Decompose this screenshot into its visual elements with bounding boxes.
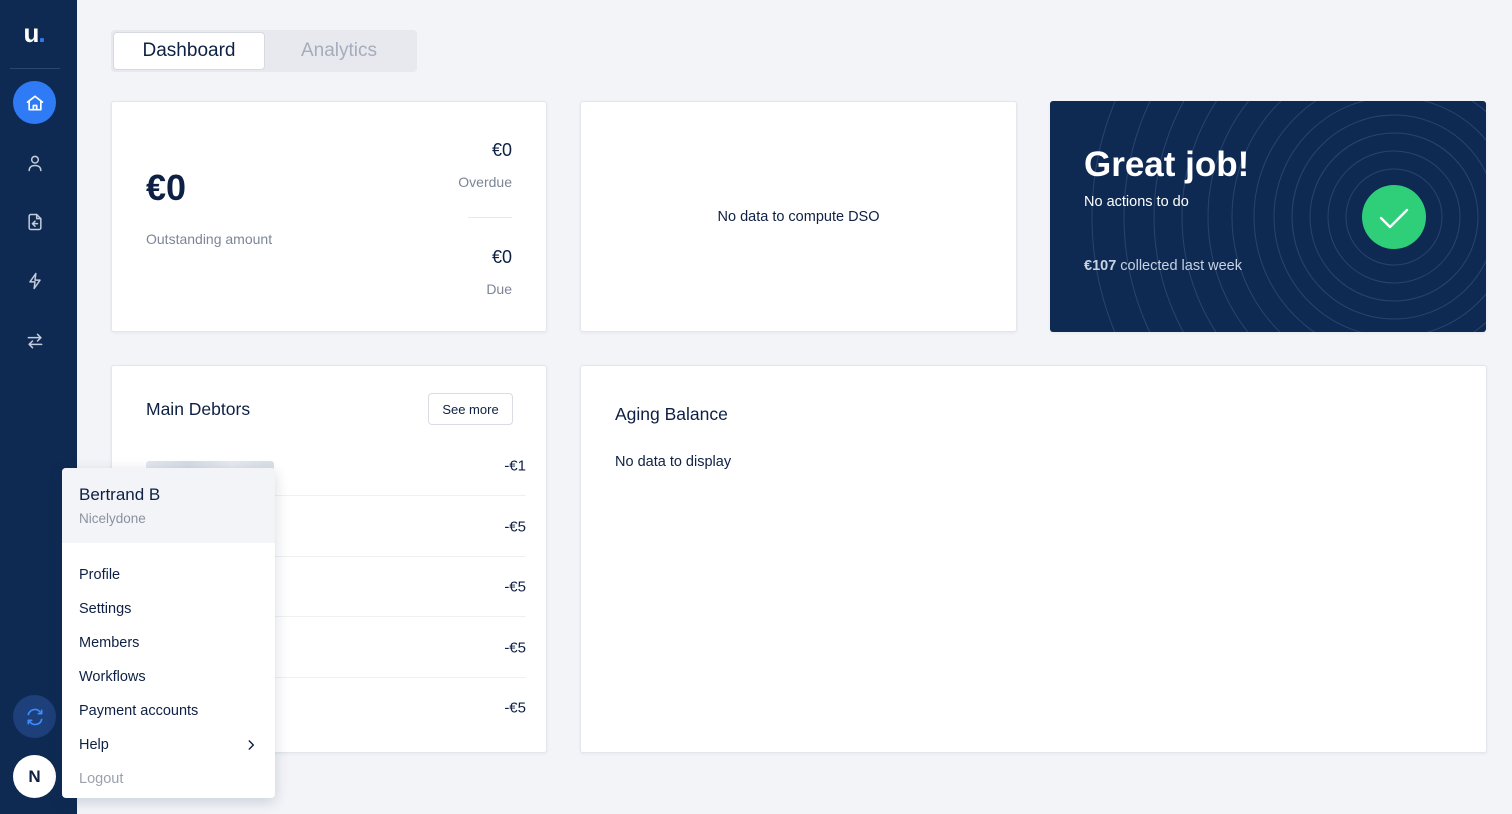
menu-item-workflows[interactable]: Workflows [62,660,275,694]
due-label: Due [486,281,512,297]
outstanding-amount: €0 [146,167,187,208]
concentric-rings-decoration [1091,101,1486,332]
great-job-card: Great job! No actions to do €107 collect… [1050,101,1486,332]
app-logo[interactable]: u. [0,18,68,49]
great-job-title: Great job! [1084,145,1250,184]
menu-item-profile[interactable]: Profile [62,558,275,592]
user-organization: Nicelydone [79,511,146,526]
great-job-subtitle: No actions to do [1084,194,1189,210]
user-name: Bertrand B [79,485,161,504]
home-icon [26,95,43,110]
arrows-exchange-icon [27,333,42,348]
user-menu-items: Profile Settings Members Workflows Payme… [62,543,275,796]
sidebar-item-invoices[interactable] [13,200,56,243]
overdue-label: Overdue [458,174,512,190]
debtor-amount: -€5 [504,639,526,656]
sidebar-item-customers[interactable] [13,141,56,184]
sidebar-divider [10,68,60,69]
collected-last-week: €107 collected last week [1084,258,1242,274]
sidebar-item-home[interactable] [13,81,56,124]
sidebar-item-automations[interactable] [13,259,56,302]
dso-empty-text: No data to compute DSO [717,209,880,225]
file-import-icon [27,213,42,230]
debtor-amount: -€1 [504,457,526,474]
sidebar-item-transactions[interactable] [13,319,56,362]
menu-item-help[interactable]: Help [62,728,275,762]
avatar[interactable]: N [13,755,56,798]
menu-item-payment-accounts[interactable]: Payment accounts [62,694,275,728]
bolt-icon [28,272,41,289]
due-amount: €0 [491,247,512,267]
user-menu: Bertrand B Nicelydone Profile Settings M… [62,468,275,798]
menu-item-logout[interactable]: Logout [62,762,275,796]
amount-divider [468,217,512,218]
aging-balance-title: Aging Balance [615,404,728,424]
outstanding-label: Outstanding amount [146,231,273,247]
view-tabs: Dashboard Analytics [111,30,417,72]
sync-button[interactable] [13,695,56,738]
sync-icon [27,708,43,725]
outstanding-card: €0 Outstanding amount €0 Overdue €0 Due [111,101,547,332]
menu-item-settings[interactable]: Settings [62,592,275,626]
tab-dashboard[interactable]: Dashboard [114,33,264,69]
chevron-right-icon [248,740,255,750]
overdue-amount: €0 [491,140,512,160]
aging-empty-text: No data to display [615,454,732,470]
see-more-button[interactable]: See more [428,393,513,425]
tab-analytics[interactable]: Analytics [264,33,414,69]
menu-item-members[interactable]: Members [62,626,275,660]
dso-card: No data to compute DSO [580,101,1017,332]
debtor-amount: -€5 [504,518,526,535]
user-icon [27,155,42,171]
main-debtors-title: Main Debtors [146,399,251,419]
user-menu-header: Bertrand B Nicelydone [62,468,275,543]
debtor-amount: -€5 [504,699,526,717]
debtor-amount: -€5 [504,578,526,595]
aging-balance-card: Aging Balance No data to display [580,365,1487,753]
